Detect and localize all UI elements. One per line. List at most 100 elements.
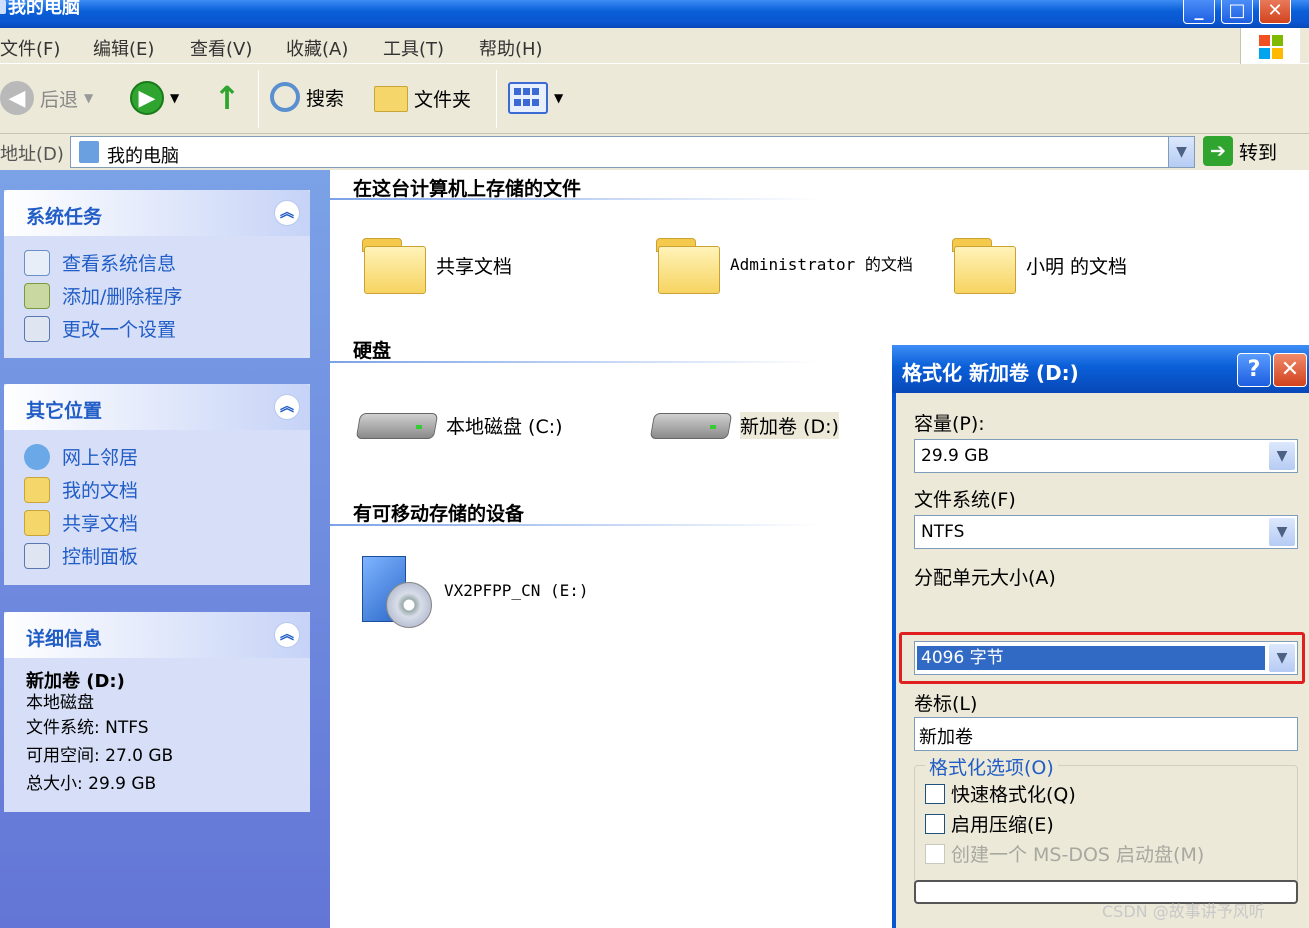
details-drive-type: 本地磁盘	[26, 693, 94, 713]
menu-favorites[interactable]: 收藏(A)	[286, 35, 348, 61]
chevron-down-icon[interactable]: ▼	[1269, 442, 1295, 470]
documents-folder-icon	[24, 476, 50, 503]
address-input[interactable]: 我的电脑 ▼	[70, 136, 1195, 168]
task-add-remove-programs[interactable]: 添加/删除程序	[24, 279, 310, 312]
maximize-button[interactable]: □	[1221, 0, 1253, 24]
back-button[interactable]: ◀ 后退 ▼	[0, 81, 93, 115]
chevron-down-icon[interactable]: ▼	[1168, 137, 1194, 167]
checkbox-icon	[925, 783, 945, 804]
folder-admin-documents[interactable]: Administrator 的文档	[656, 234, 915, 296]
dialog-body: 容量(P): 29.9 GB ▼ 文件系统(F) NTFS ▼ 分配单元大小(A…	[896, 393, 1309, 928]
panel-header[interactable]: 详细信息 ︽	[4, 612, 310, 658]
toolbar: ◀ 后退 ▼ ▶ ▼ ↑ 搜索 文件夹 ▼	[0, 64, 1309, 134]
forward-arrow-icon: ▶	[130, 81, 164, 115]
format-dialog: 格式化 新加卷 (D:) ? ✕ 容量(P): 29.9 GB ▼ 文件系统(F…	[892, 345, 1309, 928]
place-shared-documents[interactable]: 共享文档	[24, 506, 310, 539]
computer-icon	[0, 0, 6, 14]
drive-d[interactable]: 新加卷 (D:)	[649, 403, 839, 447]
details-panel: 详细信息 ︽ 新加卷 (D:) 本地磁盘 文件系统: NTFS 可用空间: 27…	[4, 612, 310, 812]
control-panel-icon	[24, 542, 50, 569]
place-my-documents[interactable]: 我的文档	[24, 473, 310, 506]
drive-c[interactable]: 本地磁盘 (C:)	[355, 403, 563, 447]
menu-view[interactable]: 查看(V)	[190, 35, 252, 61]
panel-header[interactable]: 系统任务 ︽	[4, 190, 310, 236]
panel-title: 详细信息	[26, 628, 103, 650]
up-folder-button[interactable]: ↑	[212, 81, 242, 115]
views-button[interactable]: ▼	[508, 82, 563, 114]
folders-button[interactable]: 文件夹	[374, 85, 471, 112]
details-drive-name: 新加卷 (D:)	[26, 671, 125, 692]
folder-icon	[374, 85, 408, 112]
folder-shared-documents[interactable]: 共享文档	[362, 234, 512, 296]
task-pane: 系统任务 ︽ 查看系统信息 添加/删除程序 更改一个设置 其它位置 ︽ 网上邻居…	[0, 170, 330, 928]
up-arrow-icon: ↑	[213, 79, 241, 117]
search-button[interactable]: 搜索	[270, 82, 344, 112]
place-network[interactable]: 网上邻居	[24, 440, 310, 473]
cd-drive-icon	[356, 550, 436, 630]
collapse-icon[interactable]: ︽	[274, 622, 300, 648]
panel-header[interactable]: 其它位置 ︽	[4, 384, 310, 430]
go-arrow-icon: ➔	[1203, 136, 1233, 166]
programs-icon	[24, 282, 50, 309]
chevron-down-icon[interactable]: ▼	[1269, 518, 1295, 546]
file-system-select[interactable]: NTFS ▼	[914, 515, 1298, 549]
place-control-panel[interactable]: 控制面板	[24, 539, 310, 572]
chevron-down-icon[interactable]: ▼	[1269, 644, 1295, 672]
forward-button[interactable]: ▶ ▼	[130, 81, 179, 115]
close-button[interactable]: ✕	[1259, 0, 1291, 24]
group-title-stored-files: 在这台计算机上存储的文件	[353, 178, 582, 200]
menu-file[interactable]: 文件(F)	[0, 35, 60, 61]
folder-icon	[362, 234, 428, 296]
menu-edit[interactable]: 编辑(E)	[93, 35, 154, 61]
collapse-icon[interactable]: ︽	[274, 200, 300, 226]
details-free-space: 可用空间: 27.0 GB	[26, 746, 174, 766]
menu-tools[interactable]: 工具(T)	[383, 35, 444, 61]
folder-icon	[24, 509, 50, 536]
quick-format-checkbox[interactable]: 快速格式化(Q)	[925, 780, 1076, 807]
drive-e[interactable]: VX2PFPP_CN (E:)	[356, 550, 589, 630]
capacity-select[interactable]: 29.9 GB ▼	[914, 439, 1298, 473]
address-bar: 地址(D) 我的电脑 ▼ ➔ 转到	[0, 134, 1309, 170]
dropdown-arrow-icon[interactable]: ▼	[170, 91, 179, 105]
dropdown-arrow-icon: ▼	[554, 91, 564, 105]
hard-disk-icon	[649, 403, 733, 447]
dialog-title-bar: 格式化 新加卷 (D:) ? ✕	[892, 345, 1309, 393]
group-divider	[330, 524, 820, 526]
folder-icon	[952, 234, 1018, 296]
group-divider	[330, 361, 820, 363]
dialog-title: 格式化 新加卷 (D:)	[902, 361, 1079, 385]
windows-logo-icon	[1240, 28, 1300, 64]
group-divider	[330, 198, 820, 200]
other-places-panel: 其它位置 ︽ 网上邻居 我的文档 共享文档 控制面板	[4, 384, 310, 585]
dialog-close-button[interactable]: ✕	[1273, 353, 1307, 387]
help-button[interactable]: ?	[1237, 353, 1271, 387]
settings-icon	[24, 315, 50, 342]
panel-title: 其它位置	[26, 400, 103, 422]
task-view-system-info[interactable]: 查看系统信息	[24, 246, 310, 279]
back-arrow-icon: ◀	[0, 81, 34, 115]
volume-label-input[interactable]: 新加卷	[914, 717, 1298, 751]
computer-icon	[79, 141, 99, 163]
system-tasks-panel: 系统任务 ︽ 查看系统信息 添加/删除程序 更改一个设置	[4, 190, 310, 358]
format-options-group: 格式化选项(O) 快速格式化(Q) 启用压缩(E) 创建一个 MS-DOS 启动…	[914, 753, 1298, 893]
allocation-size-label: 分配单元大小(A)	[914, 567, 1056, 589]
task-change-setting[interactable]: 更改一个设置	[24, 312, 310, 345]
dropdown-arrow-icon[interactable]: ▼	[84, 91, 93, 105]
go-button[interactable]: ➔ 转到	[1203, 136, 1277, 166]
folder-xiaoming-documents[interactable]: 小明 的文档	[952, 234, 1127, 296]
address-label: 地址(D)	[0, 144, 64, 165]
minimize-button[interactable]: _	[1183, 0, 1215, 24]
collapse-icon[interactable]: ︽	[274, 394, 300, 420]
volume-label-label: 卷标(L)	[914, 693, 978, 715]
enable-compression-checkbox[interactable]: 启用压缩(E)	[925, 810, 1054, 837]
panel-title: 系统任务	[26, 206, 103, 228]
msdos-startup-disk-checkbox: 创建一个 MS-DOS 启动盘(M)	[925, 840, 1204, 867]
group-title-removable: 有可移动存储的设备	[353, 503, 525, 525]
format-options-title: 格式化选项(O)	[925, 753, 1058, 780]
file-system-label: 文件系统(F)	[914, 489, 1016, 511]
hard-disk-icon	[355, 403, 439, 447]
capacity-label: 容量(P):	[914, 413, 985, 435]
allocation-size-select[interactable]: 4096 字节 ▼	[914, 641, 1298, 675]
menu-help[interactable]: 帮助(H)	[479, 35, 543, 61]
network-icon	[24, 443, 50, 470]
